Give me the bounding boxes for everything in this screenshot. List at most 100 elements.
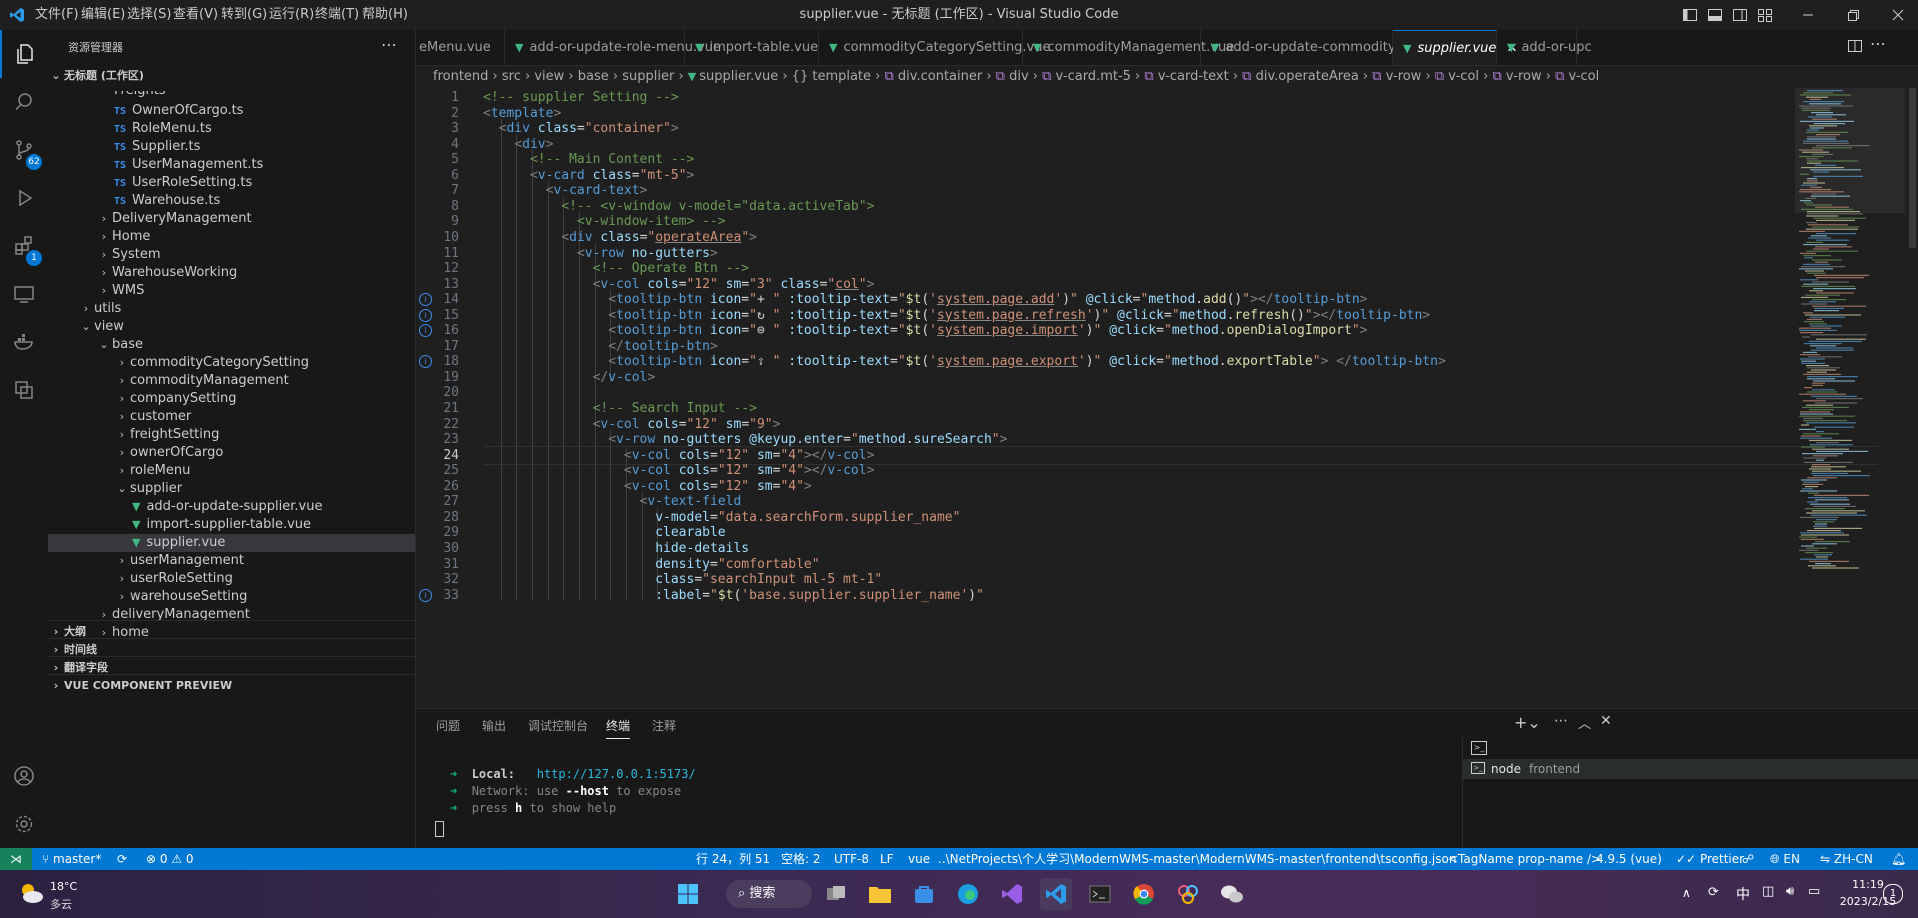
notifications-bell-icon[interactable]: 🔔︎	[1891, 848, 1906, 870]
code-editor[interactable]: 1 <!-- supplier Setting --> 2 <template> 3 <…	[416, 88, 1918, 708]
tree-item[interactable]: › WarehouseWorking	[48, 264, 415, 282]
source-control-icon[interactable]: 62	[0, 126, 48, 174]
breadcrumb-item[interactable]: div	[1009, 69, 1029, 84]
menu-view[interactable]: 查看(V)	[173, 0, 218, 30]
menu-edit[interactable]: 编辑(E)	[81, 0, 125, 30]
ms-store-icon[interactable]	[908, 878, 940, 910]
tree-item[interactable]: TS UserRoleSetting.ts	[48, 174, 415, 192]
more-actions-icon[interactable]: ⋯	[381, 30, 397, 65]
tree-item[interactable]: TS OwnerOfCargo.ts	[48, 102, 415, 120]
language-mode[interactable]: vue	[908, 848, 930, 870]
encoding[interactable]: UTF-8	[834, 848, 869, 870]
tree-item[interactable]: Freights	[48, 91, 415, 99]
breadcrumb-item[interactable]: view	[534, 69, 564, 84]
tree-item[interactable]: › commodityCategorySetting	[48, 354, 415, 372]
lang-zh[interactable]: ⇋ ZH-CN	[1820, 848, 1873, 870]
tree-item[interactable]: ▼ supplier.vue	[48, 534, 415, 552]
breadcrumb-item[interactable]: div.container	[898, 69, 982, 84]
sync-icon[interactable]: ⟳	[117, 848, 127, 870]
visual-studio-icon[interactable]	[996, 878, 1028, 910]
menu-selection[interactable]: 选择(S)	[127, 0, 171, 30]
breadcrumb-item[interactable]: div.operateArea	[1256, 69, 1359, 84]
breadcrumb-item[interactable]: supplier	[622, 69, 674, 84]
volume-icon[interactable]: 🔊︎	[1786, 884, 1794, 899]
tree-item[interactable]: › commodityManagement	[48, 372, 415, 390]
branch-status[interactable]: ⑂ master*	[42, 848, 101, 870]
tree-item[interactable]: › warehouseSetting	[48, 588, 415, 606]
menu-file[interactable]: 文件(F)	[35, 0, 79, 30]
prettier-status[interactable]: ✓✓ Prettier	[1676, 848, 1744, 870]
accounts-icon[interactable]	[0, 752, 48, 800]
breadcrumb-item[interactable]: base	[578, 69, 609, 84]
toggle-sidebar-icon[interactable]	[1682, 7, 1698, 23]
tree-item[interactable]: › userRoleSetting	[48, 570, 415, 588]
edge-browser-icon[interactable]	[952, 878, 984, 910]
tree-item[interactable]: › DeliveryManagement	[48, 210, 415, 228]
chrome-browser-icon[interactable]	[1128, 878, 1160, 910]
tree-item[interactable]: › freightSetting	[48, 426, 415, 444]
breadcrumb-item[interactable]: supplier.vue	[699, 69, 778, 84]
tree-item[interactable]: › customer	[48, 408, 415, 426]
tree-item[interactable]: TS Supplier.ts	[48, 138, 415, 156]
tree-item[interactable]: ▼ import-supplier-table.vue	[48, 516, 415, 534]
editor-tab[interactable]: ▼ add-or-update-role-menu.vue	[505, 30, 721, 65]
workspace-header[interactable]: ⌄ 无标题 (工作区)	[48, 65, 415, 87]
code-line[interactable]: </v-col>	[483, 368, 656, 387]
problems-status[interactable]: ⊗ 0 ⚠ 0	[146, 848, 194, 870]
breadcrumb-item[interactable]: v-row	[1386, 69, 1422, 84]
scrollbar-thumb[interactable]	[1909, 88, 1916, 248]
menu-goto[interactable]: 转到(G)	[221, 0, 267, 30]
feedback-icon[interactable]: ☍	[1742, 848, 1754, 870]
breadcrumb-item[interactable]: v-col	[1448, 69, 1479, 84]
menu-help[interactable]: 帮助(H)	[362, 0, 408, 30]
editor-tab[interactable]: ▼ commodityCategorySetting.vue	[819, 30, 1051, 65]
editor-tab[interactable]: ▼ add-or-upc	[1497, 30, 1592, 65]
terminal-app-icon[interactable]	[1084, 878, 1116, 910]
breadcrumb-item[interactable]: v-card.mt-5	[1056, 69, 1131, 84]
panel-tab-problems[interactable]: 问题	[436, 717, 460, 734]
minimap[interactable]	[1795, 88, 1905, 708]
network-icon[interactable]: ◫	[1762, 884, 1774, 899]
extensions-icon[interactable]: 1	[0, 222, 48, 270]
ime-indicator[interactable]: 中	[1736, 884, 1750, 904]
panel-tab-output[interactable]: 输出	[482, 717, 506, 734]
taskbar-search[interactable]: ⌕ 搜索	[726, 880, 812, 908]
tree-item[interactable]: TS RoleMenu.ts	[48, 120, 415, 138]
task-view-icon[interactable]	[820, 878, 852, 910]
eol[interactable]: LF	[880, 848, 894, 870]
tree-item[interactable]: ⌄ base	[48, 336, 415, 354]
terminal-local-url[interactable]: http://127.0.0.1:5173/	[537, 767, 696, 781]
remote-indicator-icon[interactable]: ⋊	[0, 848, 32, 870]
breadcrumb-item[interactable]: {} template	[792, 69, 871, 84]
tree-item[interactable]: › ownerOfCargo	[48, 444, 415, 462]
tree-item[interactable]: ⌄ view	[48, 318, 415, 336]
breadcrumb-item[interactable]: frontend	[433, 69, 488, 84]
toggle-secondary-sidebar-icon[interactable]	[1732, 7, 1748, 23]
breadcrumb-item[interactable]: src	[502, 69, 521, 84]
panel-tab-debug-console[interactable]: 调试控制台	[528, 717, 588, 734]
tree-item[interactable]: TS UserManagement.ts	[48, 156, 415, 174]
remote-explorer-icon[interactable]	[0, 270, 48, 318]
start-windows-icon[interactable]	[672, 878, 704, 910]
wechat-icon[interactable]	[1216, 878, 1248, 910]
translate-icon[interactable]	[0, 366, 48, 414]
split-editor-icon[interactable]	[1847, 38, 1863, 54]
maximize-panel-icon[interactable]: ︿	[1578, 713, 1591, 732]
tree-item[interactable]: ⌄ supplier	[48, 480, 415, 498]
menu-terminal[interactable]: 终端(T)	[315, 0, 359, 30]
terminal-list-item[interactable]: >_ node frontend	[1463, 759, 1918, 779]
explorer-icon[interactable]	[0, 30, 48, 78]
breadcrumb-item[interactable]: v-row	[1506, 69, 1542, 84]
lang-en[interactable]: 🌐︎ EN	[1770, 848, 1800, 870]
editor-tab[interactable]: eMenu.vue	[416, 30, 505, 65]
editor-scrollbar[interactable]	[1907, 88, 1918, 708]
tree-item[interactable]: › WMS	[48, 282, 415, 300]
editor-tab[interactable]: ▼ commodityManagement.vue	[1023, 30, 1234, 65]
info-hint-icon[interactable]: i	[419, 588, 432, 602]
code-line[interactable]: :label="$t('base.supplier.supplier_name'…	[483, 586, 984, 605]
run-debug-icon[interactable]	[0, 174, 48, 222]
tree-item[interactable]: › companySetting	[48, 390, 415, 408]
multi-color-app-icon[interactable]	[1172, 878, 1204, 910]
vscode-taskbar-icon[interactable]	[1040, 878, 1072, 910]
tree-item[interactable]: TS Warehouse.ts	[48, 192, 415, 210]
